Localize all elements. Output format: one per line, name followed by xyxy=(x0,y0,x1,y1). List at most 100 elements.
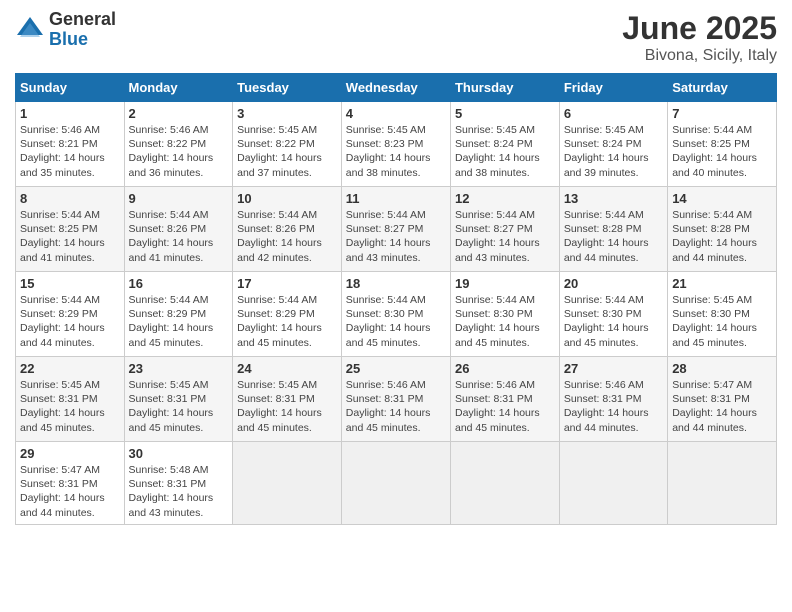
day-info: Sunrise: 5:46 AM Sunset: 8:31 PM Dayligh… xyxy=(346,378,446,435)
day-number: 19 xyxy=(455,276,555,291)
calendar-header-row: Sunday Monday Tuesday Wednesday Thursday… xyxy=(16,74,777,102)
table-row: 11 Sunrise: 5:44 AM Sunset: 8:27 PM Dayl… xyxy=(341,187,450,272)
table-row: 20 Sunrise: 5:44 AM Sunset: 8:30 PM Dayl… xyxy=(559,272,667,357)
day-info: Sunrise: 5:44 AM Sunset: 8:28 PM Dayligh… xyxy=(564,208,663,265)
col-sunday: Sunday xyxy=(16,74,125,102)
table-row: 15 Sunrise: 5:44 AM Sunset: 8:29 PM Dayl… xyxy=(16,272,125,357)
col-tuesday: Tuesday xyxy=(233,74,342,102)
day-info: Sunrise: 5:44 AM Sunset: 8:27 PM Dayligh… xyxy=(455,208,555,265)
logo: General Blue xyxy=(15,10,116,50)
day-number: 30 xyxy=(129,446,229,461)
table-row: 17 Sunrise: 5:44 AM Sunset: 8:29 PM Dayl… xyxy=(233,272,342,357)
day-info: Sunrise: 5:47 AM Sunset: 8:31 PM Dayligh… xyxy=(20,463,120,520)
day-number: 7 xyxy=(672,106,772,121)
day-number: 27 xyxy=(564,361,663,376)
table-row: 24 Sunrise: 5:45 AM Sunset: 8:31 PM Dayl… xyxy=(233,357,342,442)
col-wednesday: Wednesday xyxy=(341,74,450,102)
day-number: 23 xyxy=(129,361,229,376)
day-info: Sunrise: 5:45 AM Sunset: 8:24 PM Dayligh… xyxy=(564,123,663,180)
table-row: 29 Sunrise: 5:47 AM Sunset: 8:31 PM Dayl… xyxy=(16,442,125,525)
day-info: Sunrise: 5:48 AM Sunset: 8:31 PM Dayligh… xyxy=(129,463,229,520)
day-number: 14 xyxy=(672,191,772,206)
page-header: General Blue June 2025 Bivona, Sicily, I… xyxy=(15,10,777,65)
table-row: 6 Sunrise: 5:45 AM Sunset: 8:24 PM Dayli… xyxy=(559,102,667,187)
day-info: Sunrise: 5:44 AM Sunset: 8:27 PM Dayligh… xyxy=(346,208,446,265)
day-number: 2 xyxy=(129,106,229,121)
table-row: 2 Sunrise: 5:46 AM Sunset: 8:22 PM Dayli… xyxy=(124,102,233,187)
logo-blue: Blue xyxy=(49,30,116,50)
day-number: 10 xyxy=(237,191,337,206)
table-row: 30 Sunrise: 5:48 AM Sunset: 8:31 PM Dayl… xyxy=(124,442,233,525)
day-number: 12 xyxy=(455,191,555,206)
table-row: 28 Sunrise: 5:47 AM Sunset: 8:31 PM Dayl… xyxy=(668,357,777,442)
table-row: 10 Sunrise: 5:44 AM Sunset: 8:26 PM Dayl… xyxy=(233,187,342,272)
day-info: Sunrise: 5:46 AM Sunset: 8:31 PM Dayligh… xyxy=(564,378,663,435)
day-number: 26 xyxy=(455,361,555,376)
day-info: Sunrise: 5:46 AM Sunset: 8:21 PM Dayligh… xyxy=(20,123,120,180)
day-number: 1 xyxy=(20,106,120,121)
day-info: Sunrise: 5:44 AM Sunset: 8:30 PM Dayligh… xyxy=(346,293,446,350)
day-info: Sunrise: 5:44 AM Sunset: 8:26 PM Dayligh… xyxy=(237,208,337,265)
day-number: 24 xyxy=(237,361,337,376)
day-number: 4 xyxy=(346,106,446,121)
day-info: Sunrise: 5:45 AM Sunset: 8:22 PM Dayligh… xyxy=(237,123,337,180)
logo-text: General Blue xyxy=(49,10,116,50)
day-number: 16 xyxy=(129,276,229,291)
day-info: Sunrise: 5:45 AM Sunset: 8:31 PM Dayligh… xyxy=(237,378,337,435)
table-row xyxy=(450,442,559,525)
table-row: 5 Sunrise: 5:45 AM Sunset: 8:24 PM Dayli… xyxy=(450,102,559,187)
table-row: 22 Sunrise: 5:45 AM Sunset: 8:31 PM Dayl… xyxy=(16,357,125,442)
day-info: Sunrise: 5:44 AM Sunset: 8:29 PM Dayligh… xyxy=(20,293,120,350)
day-number: 15 xyxy=(20,276,120,291)
day-info: Sunrise: 5:44 AM Sunset: 8:26 PM Dayligh… xyxy=(129,208,229,265)
table-row: 1 Sunrise: 5:46 AM Sunset: 8:21 PM Dayli… xyxy=(16,102,125,187)
day-number: 6 xyxy=(564,106,663,121)
day-info: Sunrise: 5:44 AM Sunset: 8:25 PM Dayligh… xyxy=(672,123,772,180)
logo-general: General xyxy=(49,10,116,30)
table-row xyxy=(233,442,342,525)
table-row: 14 Sunrise: 5:44 AM Sunset: 8:28 PM Dayl… xyxy=(668,187,777,272)
month-title: June 2025 xyxy=(622,10,777,47)
day-number: 29 xyxy=(20,446,120,461)
day-number: 9 xyxy=(129,191,229,206)
table-row: 3 Sunrise: 5:45 AM Sunset: 8:22 PM Dayli… xyxy=(233,102,342,187)
table-row: 12 Sunrise: 5:44 AM Sunset: 8:27 PM Dayl… xyxy=(450,187,559,272)
day-number: 20 xyxy=(564,276,663,291)
table-row: 7 Sunrise: 5:44 AM Sunset: 8:25 PM Dayli… xyxy=(668,102,777,187)
day-number: 11 xyxy=(346,191,446,206)
table-row: 25 Sunrise: 5:46 AM Sunset: 8:31 PM Dayl… xyxy=(341,357,450,442)
col-saturday: Saturday xyxy=(668,74,777,102)
day-number: 25 xyxy=(346,361,446,376)
location: Bivona, Sicily, Italy xyxy=(622,47,777,65)
day-number: 18 xyxy=(346,276,446,291)
table-row: 8 Sunrise: 5:44 AM Sunset: 8:25 PM Dayli… xyxy=(16,187,125,272)
page-container: General Blue June 2025 Bivona, Sicily, I… xyxy=(0,0,792,535)
day-info: Sunrise: 5:44 AM Sunset: 8:30 PM Dayligh… xyxy=(564,293,663,350)
table-row: 19 Sunrise: 5:44 AM Sunset: 8:30 PM Dayl… xyxy=(450,272,559,357)
logo-icon xyxy=(15,15,45,45)
col-friday: Friday xyxy=(559,74,667,102)
day-number: 8 xyxy=(20,191,120,206)
table-row xyxy=(668,442,777,525)
day-info: Sunrise: 5:44 AM Sunset: 8:29 PM Dayligh… xyxy=(237,293,337,350)
table-row: 27 Sunrise: 5:46 AM Sunset: 8:31 PM Dayl… xyxy=(559,357,667,442)
table-row: 9 Sunrise: 5:44 AM Sunset: 8:26 PM Dayli… xyxy=(124,187,233,272)
day-number: 3 xyxy=(237,106,337,121)
day-info: Sunrise: 5:45 AM Sunset: 8:31 PM Dayligh… xyxy=(20,378,120,435)
table-row: 4 Sunrise: 5:45 AM Sunset: 8:23 PM Dayli… xyxy=(341,102,450,187)
day-info: Sunrise: 5:46 AM Sunset: 8:22 PM Dayligh… xyxy=(129,123,229,180)
day-number: 5 xyxy=(455,106,555,121)
col-thursday: Thursday xyxy=(450,74,559,102)
title-block: June 2025 Bivona, Sicily, Italy xyxy=(622,10,777,65)
table-row xyxy=(341,442,450,525)
col-monday: Monday xyxy=(124,74,233,102)
table-row: 13 Sunrise: 5:44 AM Sunset: 8:28 PM Dayl… xyxy=(559,187,667,272)
day-info: Sunrise: 5:44 AM Sunset: 8:28 PM Dayligh… xyxy=(672,208,772,265)
day-info: Sunrise: 5:45 AM Sunset: 8:31 PM Dayligh… xyxy=(129,378,229,435)
day-info: Sunrise: 5:44 AM Sunset: 8:30 PM Dayligh… xyxy=(455,293,555,350)
day-number: 28 xyxy=(672,361,772,376)
table-row: 18 Sunrise: 5:44 AM Sunset: 8:30 PM Dayl… xyxy=(341,272,450,357)
table-row: 23 Sunrise: 5:45 AM Sunset: 8:31 PM Dayl… xyxy=(124,357,233,442)
day-number: 13 xyxy=(564,191,663,206)
day-info: Sunrise: 5:44 AM Sunset: 8:25 PM Dayligh… xyxy=(20,208,120,265)
